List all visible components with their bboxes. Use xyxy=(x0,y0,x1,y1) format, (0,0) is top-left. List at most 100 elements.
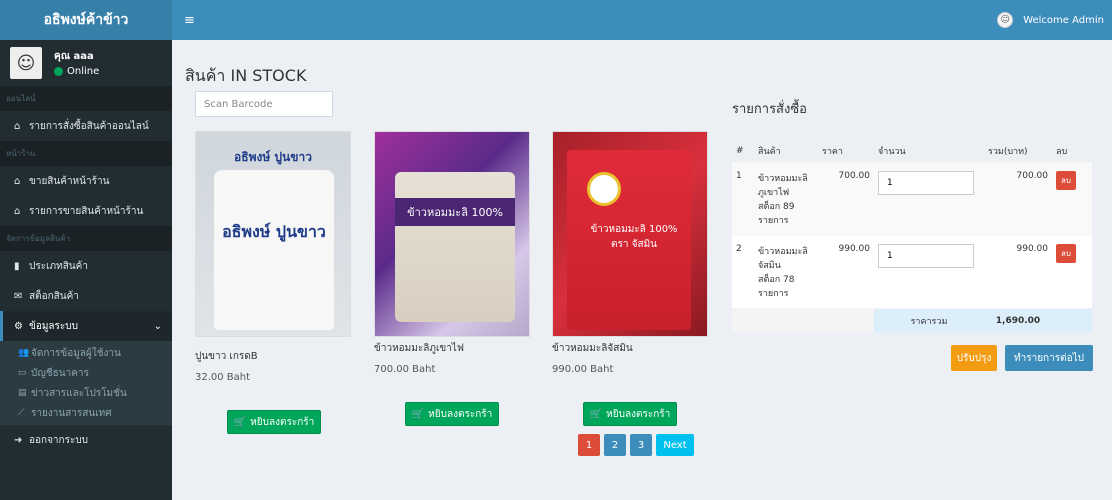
sidebar-item-store-sales-list[interactable]: ⌂ รายการขายสินค้าหน้าร้าน xyxy=(0,196,172,226)
product-image[interactable]: ข้าวหอมมะลิ 100% ตรา จัสมิน xyxy=(552,131,708,337)
sidebar-item-stock[interactable]: ✉ สต็อกสินค้า xyxy=(0,281,172,311)
col-header: สินค้า xyxy=(754,138,818,163)
delete-button[interactable]: ลบ xyxy=(1056,244,1076,263)
add-to-cart-button[interactable]: 🛒 หยิบลงตระกร้า xyxy=(583,402,677,426)
page-title: สินค้า IN STOCK xyxy=(185,66,307,85)
col-header: ลบ xyxy=(1052,138,1092,163)
avatar-icon: ☺ xyxy=(997,12,1014,28)
product-price: 700.00 Baht xyxy=(374,364,436,375)
product-image[interactable]: ข้าวหอมมะลิ 100% xyxy=(374,131,530,337)
row-delete: ลบ xyxy=(1052,235,1092,309)
users-icon: 👥 xyxy=(18,348,30,358)
shopping-cart-icon: 🛒 xyxy=(233,416,247,428)
sidebar-subitem-label: จัดการข้อมูลผู้ใช้งาน xyxy=(31,347,121,359)
brand-logo-mark xyxy=(587,172,621,206)
product-name: ปูนขาว เกรดB xyxy=(195,351,258,362)
delete-button[interactable]: ลบ xyxy=(1056,171,1076,190)
brand-logo[interactable]: อธิพงษ์ค้าข้าว xyxy=(0,0,172,40)
sidebar-item-online-orders[interactable]: ⌂ รายการสั่งซื้อสินค้าออนไลน์ xyxy=(0,111,172,141)
row-delete: ลบ xyxy=(1052,162,1092,236)
sidebar-subitem-bank[interactable]: ▭ บัญชีธนาคาร xyxy=(0,363,172,383)
page-3-button[interactable]: 3 xyxy=(630,434,652,456)
bar-chart-icon: ▮ xyxy=(14,260,20,272)
sidebar: ☺ คุณ aaa Online ออนไลน์ ⌂ รายการสั่งซื้… xyxy=(0,40,172,500)
image-label: ข้าวหอมมะลิ 100% ตรา จัสมิน xyxy=(590,224,678,250)
avatar: ☺ xyxy=(10,47,42,79)
newspaper-icon: ▤ xyxy=(18,388,27,398)
product-card: ข้าวหอมมะลิ 100% ข้าวหอมมะลิภูเขาไฟ 700.… xyxy=(374,131,534,375)
row-total: 990.00 xyxy=(984,235,1052,309)
col-header: # xyxy=(732,138,754,163)
product-image[interactable]: อธิพงษ์ ปูนขาว อธิพงษ์ ปูนขาว xyxy=(195,131,351,337)
barcode-input[interactable] xyxy=(195,91,333,117)
continue-button[interactable]: ทำรายการต่อไป xyxy=(1005,345,1093,371)
order-table: # สินค้า ราคา จำนวน รวม(บาท) ลบ 1 ข้าวหอ… xyxy=(732,138,1092,333)
sidebar-header-product-data: จัดการข้อมูลสินค้า xyxy=(0,226,172,251)
sidebar-subitem-users[interactable]: 👥 จัดการข้อมูลผู้ใช้งาน xyxy=(0,343,172,363)
table-row: 2 ข้าวหอมมะลิจัสมิน สต็อก 78 รายการ 990.… xyxy=(732,235,1092,309)
product-card: ข้าวหอมมะลิ 100% ตรา จัสมิน ข้าวหอมมะลิจ… xyxy=(552,131,712,375)
sidebar-item-label: ออกจากระบบ xyxy=(29,434,89,446)
sidebar-subitem-label: ข่าวสารและโปรโมชั่น xyxy=(31,387,127,399)
add-to-cart-button[interactable]: 🛒 หยิบลงตระกร้า xyxy=(227,410,321,434)
image-label: ข้าวหอมมะลิ 100% xyxy=(395,198,515,226)
row-number: 2 xyxy=(732,235,754,309)
sidebar-item-product-types[interactable]: ▮ ประเภทสินค้า xyxy=(0,251,172,281)
image-label: อธิพงษ์ ปูนขาว xyxy=(234,150,312,164)
sign-out-icon: ➜ xyxy=(14,434,23,446)
sidebar-subitem-reports[interactable]: ⟋ รายงานสารสนเทศ xyxy=(0,403,172,423)
product-name: ข้าวหอมมะลิจัสมิน xyxy=(758,247,808,271)
total-row: ราคารวม 1,690.00 xyxy=(732,308,1092,333)
button-label: หยิบลงตระกร้า xyxy=(250,416,315,428)
menu-toggle-icon[interactable]: ≡ xyxy=(184,13,195,28)
bank-icon: ⌂ xyxy=(14,175,21,187)
row-product: ข้าวหอมมะลิจัสมิน สต็อก 78 รายการ xyxy=(754,235,818,309)
sidebar-item-system-data[interactable]: ⚙ ข้อมูลระบบ ⌄ xyxy=(0,311,172,341)
envelope-icon: ✉ xyxy=(14,290,23,302)
quantity-input[interactable] xyxy=(878,244,974,268)
sidebar-item-store-sales[interactable]: ⌂ ขายสินค้าหน้าร้าน xyxy=(0,166,172,196)
stock-info: สต็อก 89 รายการ xyxy=(758,202,795,226)
table-header-row: # สินค้า ราคา จำนวน รวม(บาท) ลบ xyxy=(732,138,1092,163)
product-price: 32.00 Baht xyxy=(195,372,251,383)
top-navbar: ≡ ☺ Welcome Admin xyxy=(172,0,1112,40)
sidebar-item-label: ข้อมูลระบบ xyxy=(29,320,78,332)
row-price: 700.00 xyxy=(818,162,874,236)
sidebar-subitem-label: บัญชีธนาคาร xyxy=(31,367,89,379)
user-menu[interactable]: ☺ Welcome Admin xyxy=(997,12,1104,28)
product-name: ข้าวหอมมะลิภูเขาไฟ xyxy=(374,343,464,354)
cogs-icon: ⚙ xyxy=(14,320,23,332)
page-1-button[interactable]: 1 xyxy=(578,434,600,456)
add-to-cart-button[interactable]: 🛒 หยิบลงตระกร้า xyxy=(405,402,499,426)
grand-total-value: 1,690.00 xyxy=(984,308,1052,333)
product-name: ข้าวหอมมะลิจัสมิน xyxy=(552,343,633,354)
shopping-cart-icon: 🛒 xyxy=(589,408,603,420)
next-page-button[interactable]: Next xyxy=(656,434,694,456)
sidebar-subitem-news[interactable]: ▤ ข่าวสารและโปรโมชั่น xyxy=(0,383,172,403)
quantity-input[interactable] xyxy=(878,171,974,195)
button-label: หยิบลงตระกร้า xyxy=(428,408,493,420)
col-header: จำนวน xyxy=(874,138,984,163)
sidebar-item-logout[interactable]: ➜ ออกจากระบบ xyxy=(0,425,172,455)
sidebar-header-store: หน้าร้าน xyxy=(0,141,172,166)
page-2-button[interactable]: 2 xyxy=(604,434,626,456)
row-price: 990.00 xyxy=(818,235,874,309)
online-dot-icon xyxy=(54,67,63,76)
sidebar-item-label: รายการขายสินค้าหน้าร้าน xyxy=(29,205,144,217)
sidebar-item-label: รายการสั่งซื้อสินค้าออนไลน์ xyxy=(29,120,149,132)
bank-icon: ⌂ xyxy=(14,205,21,217)
product-price: 990.00 Baht xyxy=(552,364,614,375)
row-number: 1 xyxy=(732,162,754,236)
sidebar-item-label: ประเภทสินค้า xyxy=(29,260,88,272)
refresh-button[interactable]: ปรับปรุง xyxy=(951,345,997,371)
product-card: อธิพงษ์ ปูนขาว อธิพงษ์ ปูนขาว ปูนขาว เกร… xyxy=(195,131,355,383)
grand-total-label: ราคารวม xyxy=(874,308,984,333)
stock-info: สต็อก 78 รายการ xyxy=(758,275,795,299)
line-chart-icon: ⟋ xyxy=(18,408,25,418)
sidebar-item-label: ขายสินค้าหน้าร้าน xyxy=(29,175,110,187)
row-qty xyxy=(874,162,984,236)
table-row: 1 ข้าวหอมมะลิภูเขาไฟ สต็อก 89 รายการ 700… xyxy=(732,162,1092,236)
button-label: หยิบลงตระกร้า xyxy=(606,408,671,420)
product-name: ข้าวหอมมะลิภูเขาไฟ xyxy=(758,174,808,198)
user-status: Online xyxy=(54,66,99,77)
